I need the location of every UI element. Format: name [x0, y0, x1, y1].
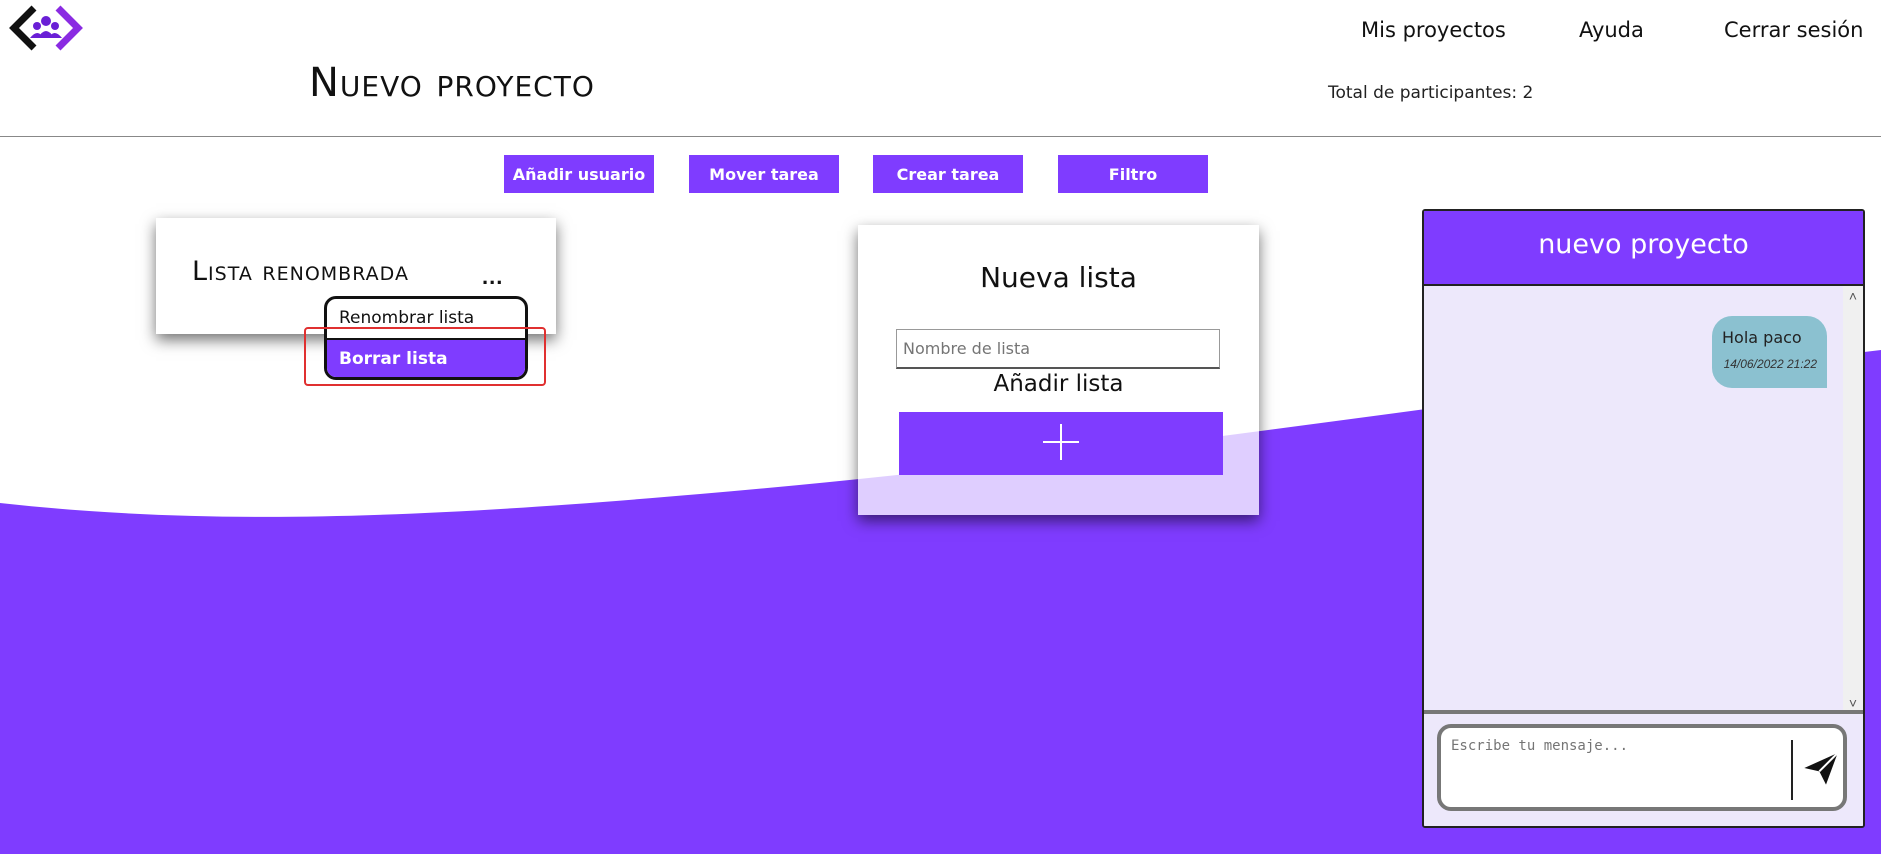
message-input[interactable] [1449, 736, 1783, 800]
nav-link-my-projects[interactable]: Mis proyectos [1361, 18, 1506, 42]
list-options-button[interactable]: ... [482, 264, 503, 290]
add-user-button[interactable]: Añadir usuario [504, 155, 654, 193]
header-divider [0, 136, 1881, 137]
plus-icon [1043, 424, 1079, 460]
composer-divider [1791, 740, 1793, 800]
chevron-down-icon[interactable]: ˅ [1843, 695, 1863, 711]
move-task-button[interactable]: Mover tarea [689, 155, 839, 193]
new-list-card: Nueva lista Añadir lista [858, 225, 1259, 515]
message-timestamp: 14/06/2022 21:22 [1723, 357, 1817, 371]
message-composer [1437, 724, 1847, 811]
delete-list-option[interactable]: Borrar lista [327, 338, 525, 377]
chat-messages: Hola paco 14/06/2022 21:22 [1424, 286, 1863, 713]
chat-title: nuevo proyecto [1424, 211, 1863, 286]
new-list-title: Nueva lista [980, 261, 1137, 294]
chat-message: Hola paco 14/06/2022 21:22 [1712, 316, 1827, 388]
chat-footer [1424, 710, 1863, 826]
participants-count: Total de participantes: 2 [1328, 83, 1534, 103]
page-title: Nuevo proyecto [309, 60, 595, 106]
filter-button[interactable]: Filtro [1058, 155, 1208, 193]
add-list-button[interactable] [899, 412, 1223, 475]
nav-link-logout[interactable]: Cerrar sesión [1724, 18, 1863, 42]
nav-link-help[interactable]: Ayuda [1579, 18, 1644, 42]
chevron-up-icon[interactable]: ˄ [1843, 288, 1863, 304]
chat-panel: nuevo proyecto Hola paco 14/06/2022 21:2… [1422, 209, 1865, 828]
list-title: Lista renombrada [192, 256, 409, 287]
chat-scrollbar[interactable]: ˄ ˅ [1843, 286, 1863, 713]
rename-list-option[interactable]: Renombrar lista [327, 299, 525, 338]
create-task-button[interactable]: Crear tarea [873, 155, 1023, 193]
team-logo-icon[interactable] [8, 2, 84, 54]
send-icon[interactable] [1801, 748, 1841, 788]
add-list-label: Añadir lista [993, 371, 1124, 397]
message-text: Hola paco [1722, 328, 1802, 347]
list-name-input[interactable] [896, 329, 1220, 369]
list-context-menu: Renombrar lista Borrar lista [324, 296, 528, 380]
